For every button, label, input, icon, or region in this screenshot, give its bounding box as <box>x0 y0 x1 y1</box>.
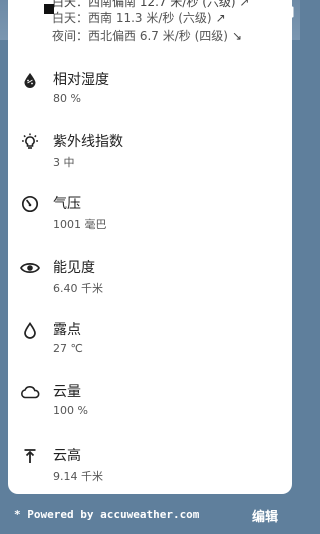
detail-label: 相对湿度 <box>53 72 109 88</box>
detail-label: 露点 <box>53 322 81 338</box>
detail-label: 云量 <box>53 384 81 400</box>
detail-label: 气压 <box>53 196 81 212</box>
detail-humidity: 相对湿度 80 % <box>8 68 292 118</box>
detail-value: 80 % <box>53 92 81 105</box>
visibility-eye-icon <box>20 258 40 278</box>
status-bar: 11:42 <box>0 0 300 20</box>
weather-details-sheet: 白天：西南偏南 12.7 米/秒 (六级) ↗ 白天：西南 11.3 米/秒 (… <box>8 0 292 494</box>
detail-uv-index: 紫外线指数 3 中 <box>8 130 292 180</box>
detail-value: 3 中 <box>53 156 75 169</box>
cloud-cover-icon <box>20 382 40 402</box>
detail-value: 1001 毫巴 <box>53 218 107 231</box>
detail-value: 27 ℃ <box>53 342 83 355</box>
detail-visibility: 能见度 6.40 千米 <box>8 256 292 306</box>
uv-index-icon <box>20 132 40 152</box>
detail-value: 100 % <box>53 404 88 417</box>
status-icons <box>268 3 294 22</box>
cloud-ceiling-icon <box>20 446 40 466</box>
wind-night-arrow-icon: ↘ <box>231 29 242 43</box>
pressure-gauge-icon <box>20 194 40 214</box>
dew-point-drop-icon <box>20 320 40 340</box>
detail-dew-point: 露点 27 ℃ <box>8 318 292 368</box>
wind-night-line: 夜间：西北偏西 6.7 米/秒 (四级) ↘ <box>52 27 242 44</box>
detail-cloud-cover: 云量 100 % <box>8 380 292 430</box>
status-time: 11:42 <box>8 2 48 17</box>
edit-button[interactable]: 编辑 <box>252 506 278 525</box>
wifi-icon <box>268 3 282 22</box>
detail-label: 紫外线指数 <box>53 134 123 150</box>
detail-value: 6.40 千米 <box>53 282 103 295</box>
detail-cloud-ceiling: 云高 9.14 千米 <box>8 444 292 494</box>
detail-value: 9.14 千米 <box>53 470 103 483</box>
footer-bar: * Powered by accuweather.com 编辑 <box>0 494 300 534</box>
powered-by-link[interactable]: * Powered by accuweather.com <box>14 508 199 521</box>
detail-pressure: 气压 1001 毫巴 <box>8 192 292 242</box>
detail-label: 云高 <box>53 448 81 464</box>
detail-label: 能见度 <box>53 260 95 276</box>
humidity-icon <box>20 70 40 90</box>
wind-night-text: 夜间：西北偏西 6.7 米/秒 (四级) <box>52 29 228 43</box>
battery-icon <box>286 3 294 22</box>
notification-icon <box>44 4 54 14</box>
